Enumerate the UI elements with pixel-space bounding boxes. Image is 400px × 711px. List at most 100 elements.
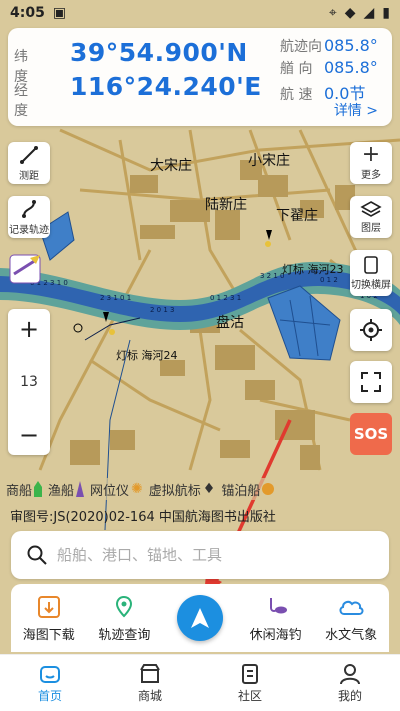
cloud-icon <box>339 600 364 615</box>
wifi-icon: ◆ <box>344 5 356 21</box>
status-bar: 4:05 ▣ ⌖ ◆ ◢ ▮ <box>0 0 400 26</box>
fishing-hook-icon <box>269 598 287 614</box>
zoom-control: + 13 − <box>8 309 50 455</box>
legend-label-fishing: 渔船 <box>48 483 75 499</box>
sos-button[interactable]: SOS <box>350 413 392 455</box>
status-time: 4:05 <box>10 5 45 21</box>
track-icon <box>22 200 36 218</box>
longitude-label: 经 度 <box>14 83 36 119</box>
position-info-card: 纬 度 39°54.900'N 经 度 116°24.240'E 航迹向 085… <box>8 28 392 126</box>
fullscreen-button[interactable] <box>350 361 392 403</box>
legend-label-net-locator: 网位仪 <box>90 483 130 499</box>
search-bar[interactable] <box>11 531 389 579</box>
heading-row: 艏 向 085.8° <box>280 58 378 78</box>
longitude-row: 经 度 116°24.240'E <box>14 72 262 120</box>
heading-value: 085.8° <box>324 58 378 77</box>
legend-item-net-locator: 网位仪 ✺ <box>90 480 143 499</box>
track-query-label: 轨迹查询 <box>98 628 151 643</box>
user-icon <box>340 663 360 684</box>
layers-label: 图层 <box>361 223 381 234</box>
legend-item-virtual-beacon: 虚拟航标 ♦ <box>149 480 216 499</box>
navigate-button[interactable] <box>176 595 223 641</box>
map-label-place-5: 盘沽 <box>216 315 244 331</box>
course-value: 085.8° <box>324 36 378 55</box>
chart-review-number: 审图号:JS(2020)02-164 中国航海图书出版社 <box>10 510 276 525</box>
battery-icon: ▮ <box>382 5 390 21</box>
more-button[interactable]: + 更多 <box>350 142 392 184</box>
home-icon <box>40 665 60 683</box>
hydro-weather-button[interactable]: 水文气象 <box>313 593 389 643</box>
svg-text:3 2 1 0: 3 2 1 0 <box>260 272 285 280</box>
merchant-ship-icon <box>34 481 43 497</box>
hydro-weather-label: 水文气象 <box>325 628 378 643</box>
zoom-in-button[interactable]: + <box>19 315 39 343</box>
tab-mine-label: 我的 <box>337 688 362 703</box>
ruler-icon <box>20 146 38 164</box>
tab-home-label: 首页 <box>37 688 62 703</box>
search-input[interactable] <box>57 546 357 564</box>
store-icon <box>140 663 160 683</box>
expand-icon <box>361 372 381 392</box>
legend-item-fishing: 渔船 <box>48 480 85 499</box>
details-link[interactable]: 详情 > <box>334 100 378 120</box>
legend-item-merchant: 商船 <box>6 480 43 499</box>
svg-text:0 1 2: 0 1 2 <box>320 276 338 284</box>
tab-community[interactable]: 社区 <box>200 655 300 711</box>
chart-download-button[interactable]: 海图下载 <box>11 593 87 643</box>
latitude-value: 39°54.900'N <box>70 38 248 67</box>
legend-label-virtual-beacon: 虚拟航标 <box>148 483 201 499</box>
book-icon <box>242 663 258 684</box>
leisure-fishing-label: 休闲海钓 <box>249 628 302 643</box>
tab-community-label: 社区 <box>237 688 262 703</box>
search-icon <box>27 545 47 565</box>
tab-shop[interactable]: 商城 <box>100 655 200 711</box>
rotate-screen-icon <box>364 256 378 274</box>
vessel-icon <box>9 254 41 284</box>
landscape-toggle-button[interactable]: 切换横屏 <box>350 250 392 296</box>
bottom-tab-bar: 首页 商城 社区 我的 <box>0 654 400 711</box>
landscape-label: 切换横屏 <box>351 280 391 291</box>
track-record-label: 记录轨迹 <box>9 225 49 236</box>
track-query-button[interactable]: 轨迹查询 <box>87 593 163 643</box>
legend-item-anchored: 锚泊船 <box>221 480 275 499</box>
tab-shop-label: 商城 <box>137 688 162 703</box>
map-label-place-3: 陆新庄 <box>205 197 247 213</box>
navigation-arrow-icon <box>190 608 209 628</box>
measure-label: 测距 <box>19 171 39 182</box>
vessel-legend: 商船 渔船 网位仪 ✺ 虚拟航标 ♦ 锚泊船 <box>0 478 400 500</box>
speed-label: 航 速 <box>280 87 313 103</box>
svg-text:2 3 1 0 1: 2 3 1 0 1 <box>100 294 131 302</box>
course-label: 航迹向 <box>280 39 322 55</box>
fishing-boat-icon <box>76 481 85 497</box>
zoom-out-button[interactable]: − <box>19 421 39 449</box>
svg-text:0 1 2 3 1: 0 1 2 3 1 <box>210 294 241 302</box>
route-pin-icon <box>116 595 133 618</box>
crosshair-icon <box>360 319 382 341</box>
leisure-fishing-button[interactable]: 休闲海钓 <box>238 593 314 643</box>
tab-home[interactable]: 首页 <box>0 655 100 711</box>
tab-mine[interactable]: 我的 <box>300 655 400 711</box>
measure-button[interactable]: 测距 <box>8 142 50 184</box>
legend-label-anchored: 锚泊船 <box>221 483 261 499</box>
map-label-beacon-2: 灯标 海河24 <box>116 349 178 362</box>
map-download-icon <box>37 596 60 618</box>
map-label-beacon-1: 灯标 海河23 <box>282 263 344 276</box>
track-record-button[interactable]: 记录轨迹 <box>8 196 50 238</box>
plus-icon: + <box>361 142 381 167</box>
location-icon: ⌖ <box>328 5 337 21</box>
virtual-beacon-icon: ♦ <box>202 481 216 497</box>
chart-download-label: 海图下载 <box>22 628 75 643</box>
locate-button[interactable] <box>350 309 392 351</box>
more-label: 更多 <box>361 170 381 181</box>
anchor-icon <box>262 483 275 495</box>
map-label-place-2: 小宋庄 <box>248 153 290 169</box>
layers-icon <box>360 201 382 217</box>
navigation-fab-container <box>162 595 238 641</box>
zoom-level: 13 <box>20 374 38 390</box>
map-label-place-1: 大宋庄 <box>150 158 192 174</box>
net-locator-icon: ✺ <box>131 481 143 497</box>
quick-tools-panel: 海图下载 轨迹查询 休闲海钓 水文气象 <box>11 584 389 652</box>
legend-label-merchant: 商船 <box>6 483 33 499</box>
map-label-place-4: 下翟庄 <box>276 208 318 224</box>
layers-button[interactable]: 图层 <box>350 196 392 238</box>
